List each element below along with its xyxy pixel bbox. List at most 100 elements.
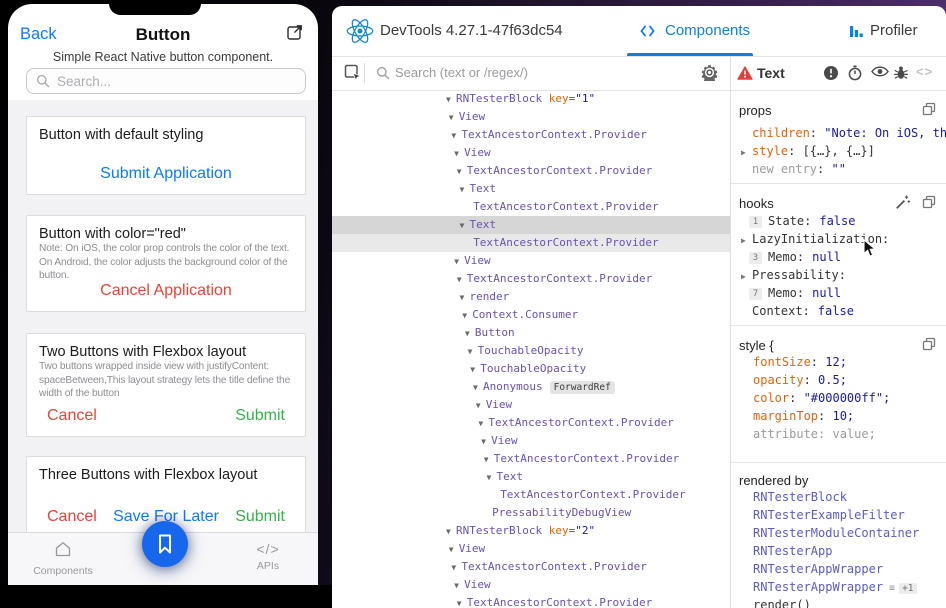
expander-arrow-icon[interactable]: ▼ [462, 307, 472, 325]
tree-row[interactable]: ▼TouchableOpacity [332, 360, 730, 378]
parse-hooks-wand-icon[interactable] [895, 194, 911, 213]
owner-link[interactable]: RNTesterAppWrapper [753, 562, 883, 576]
search-input[interactable]: Search... [26, 68, 306, 94]
style-prop-value[interactable]: 12; [825, 355, 847, 369]
tab-profiler[interactable]: Profiler [837, 6, 946, 56]
tree-row[interactable]: PressabilityDebugView [332, 504, 730, 522]
panel-row[interactable]: RNTesterAppWrapper [731, 560, 946, 578]
tree-row[interactable]: ▼TouchableOpacity [332, 342, 730, 360]
expander-arrow-icon[interactable]: ▼ [473, 379, 483, 397]
expander-arrow-icon[interactable]: ▼ [457, 271, 467, 289]
tree-row[interactable]: ▼TextAncestorContext.Provider [332, 414, 730, 432]
tree-row[interactable]: ▼Button [332, 324, 730, 342]
panel-row[interactable]: 3Memo:null [731, 248, 946, 266]
panel-row[interactable]: ▶Pressability: [731, 266, 946, 284]
owner-link[interactable]: RNTesterExampleFilter [753, 508, 905, 522]
panel-row[interactable]: marginTop: 10; [731, 407, 946, 425]
expander-arrow-icon[interactable]: ▼ [468, 343, 478, 361]
expander-arrow-icon[interactable]: ▼ [470, 361, 480, 379]
prop-value[interactable]: [{…}, {…}] [803, 144, 875, 158]
tree-row[interactable]: ▼TextAncestorContext.Provider [332, 450, 730, 468]
inspect-element-icon[interactable] [344, 64, 362, 87]
tab-components[interactable]: Components [8, 540, 118, 577]
tree-row[interactable]: ▼View [332, 396, 730, 414]
panel-row[interactable]: fontSize: 12; [731, 353, 946, 371]
panel-row[interactable]: render() [731, 596, 946, 608]
style-prop-value[interactable]: 10; [832, 409, 854, 423]
panel-row[interactable]: RNTesterExampleFilter [731, 506, 946, 524]
rn-button[interactable]: Submit Application [100, 165, 232, 183]
debug-bug-icon[interactable] [893, 65, 909, 86]
hook-value[interactable]: false [818, 304, 854, 318]
tree-row[interactable]: TextAncestorContext.Provider [332, 486, 730, 504]
expander-arrow-icon[interactable]: ▼ [460, 217, 470, 235]
bookmark-fab-button[interactable] [142, 521, 188, 567]
owner-link[interactable]: RNTesterAppWrapper [753, 580, 883, 594]
tree-row[interactable]: ▼RNTesterBlock key="2" [332, 522, 730, 540]
tree-row[interactable]: ▼View [332, 576, 730, 594]
expander-arrow-icon[interactable]: ▼ [487, 469, 497, 487]
tree-search-input[interactable]: Search (text or /regex/) [395, 56, 528, 90]
tree-row[interactable]: ▼TextAncestorContext.Provider [332, 162, 730, 180]
expander-arrow-icon[interactable]: ▼ [476, 397, 486, 415]
panel-row[interactable]: attribute: value; [731, 425, 946, 443]
rn-button[interactable]: Cancel [47, 407, 97, 425]
panel-row[interactable]: Context:false [731, 302, 946, 320]
panel-row[interactable]: RNTesterModuleContainer [731, 524, 946, 542]
copy-icon[interactable] [922, 195, 936, 212]
tree-row[interactable]: ▼TextAncestorContext.Provider [332, 126, 730, 144]
tree-row[interactable]: TextAncestorContext.Provider [332, 234, 730, 252]
suspense-stopwatch-icon[interactable] [847, 65, 863, 86]
tree-row[interactable]: ▼View [332, 540, 730, 558]
panel-row[interactable]: ▶LazyInitialization: [731, 230, 946, 248]
panel-row[interactable]: ▶style: [{…}, {…}] [731, 142, 946, 160]
tab-apis[interactable]: </> APIs [213, 540, 318, 572]
panel-row[interactable]: 1State:false [731, 212, 946, 230]
tree-row[interactable]: ▼View [332, 108, 730, 126]
tree-row[interactable]: ▼TextAncestorContext.Provider [332, 270, 730, 288]
expander-arrow-icon[interactable]: ▼ [446, 523, 456, 541]
tree-row[interactable]: ▼RNTesterBlock key="1" [332, 90, 730, 108]
tree-row[interactable]: ▼TextAncestorContext.Provider [332, 558, 730, 576]
expander-arrow-icon[interactable]: ▼ [446, 91, 456, 109]
prop-value[interactable]: "Note: On iOS, the [824, 126, 946, 140]
expander-arrow-icon[interactable]: ▼ [451, 559, 461, 577]
rn-button[interactable]: Cancel [47, 508, 97, 526]
panel-row[interactable]: new entry: "" [731, 160, 946, 178]
tab-components-devtools[interactable]: Components [627, 6, 753, 56]
expander-arrow-icon[interactable]: ▼ [484, 451, 494, 469]
view-source-icon[interactable]: <> [916, 64, 933, 79]
expander-arrow-icon[interactable]: ▼ [454, 577, 464, 595]
copy-icon[interactable] [922, 102, 936, 119]
panel-row[interactable]: RNTesterApp [731, 542, 946, 560]
tree-row[interactable]: ▼View [332, 144, 730, 162]
inspect-dom-eye-icon[interactable] [871, 65, 889, 83]
tree-row[interactable]: ▼Context.Consumer [332, 306, 730, 324]
expander-arrow-icon[interactable]: ▼ [454, 253, 464, 271]
expander-arrow-icon[interactable]: ▼ [457, 163, 467, 181]
panel-row[interactable]: color: "#000000ff"; [731, 389, 946, 407]
panel-row[interactable]: children: "Note: On iOS, the [731, 124, 946, 142]
expander-arrow-icon[interactable]: ▼ [457, 595, 467, 608]
tree-row[interactable]: ▼TextAncestorContext.Provider [332, 594, 730, 608]
expander-arrow-icon[interactable]: ▼ [460, 181, 470, 199]
expander-arrow-icon[interactable]: ▼ [451, 127, 461, 145]
tree-row[interactable]: ▼render [332, 288, 730, 306]
panel-row[interactable]: 7Memo:null [731, 284, 946, 302]
hook-value[interactable]: null [812, 250, 841, 264]
style-prop-value[interactable]: value; [832, 427, 875, 441]
owner-link[interactable]: RNTesterApp [753, 544, 832, 558]
panel-row[interactable]: opacity: 0.5; [731, 371, 946, 389]
hook-value[interactable]: false [819, 214, 855, 228]
tree-row[interactable]: ▼Text [332, 180, 730, 198]
rn-button[interactable]: Submit [235, 407, 285, 425]
tree-row[interactable]: ▼AnonymousForwardRef [332, 378, 730, 396]
gear-icon[interactable] [701, 64, 718, 86]
tree-row[interactable]: ▼View [332, 252, 730, 270]
style-prop-value[interactable]: 0.5; [818, 373, 847, 387]
hook-value[interactable]: null [812, 286, 841, 300]
expander-arrow-icon[interactable]: ▼ [465, 325, 475, 343]
owner-link[interactable]: RNTesterBlock [753, 490, 847, 504]
owner-link[interactable]: RNTesterModuleContainer [753, 526, 919, 540]
copy-icon[interactable] [922, 337, 936, 354]
